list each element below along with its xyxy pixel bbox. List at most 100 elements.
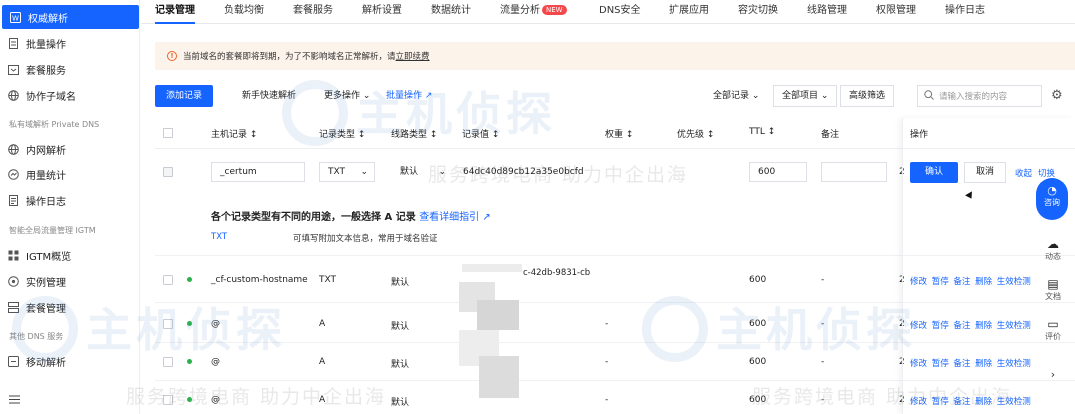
col-ttl[interactable]: TTL ↕ [749,127,775,137]
tab-line-manage[interactable]: 线路管理 [807,0,847,24]
dynamic-label: 动态 [1045,252,1061,261]
add-record-button[interactable]: 添加记录 [155,85,214,107]
col-type[interactable]: 记录类型 ↕ [319,127,365,140]
search-input[interactable]: 请输入搜索的内容 [917,85,1042,107]
main-content: 记录管理 负载均衡 套餐服务 解析设置 数据统计 流量分析 NEW DNS安全 扩… [141,0,1075,414]
sidebar-item-batch[interactable]: 批量操作 [0,31,139,55]
chevron-right-icon[interactable]: › [1036,368,1070,381]
col-priority[interactable]: 优先级 ↕ [677,127,714,140]
ttl-input[interactable]: 600 [749,162,807,182]
sort-icon: ↕ [429,130,438,140]
type-select[interactable]: TXT ⌄ [319,162,375,182]
col-line[interactable]: 线路类型 ↕ [391,127,437,140]
package-icon [8,64,19,75]
batch-ops-link[interactable]: 批量操作 ↗ [375,85,443,107]
row-checkbox[interactable] [163,319,173,329]
more-actions-dropdown[interactable]: 更多操作 ⌄ [313,85,381,107]
tab-dns-settings[interactable]: 解析设置 [362,0,402,24]
row-checkbox [163,167,173,177]
sidebar-item-igtm-overview[interactable]: IGTM概览 [0,243,139,267]
value-cell: c-42db-9831-cb [523,268,591,278]
quick-setup-button[interactable]: 新手快速解析 [231,85,307,107]
guide-link-label: 查看详细指引 [419,212,480,223]
tab-package-service[interactable]: 套餐服务 [293,0,333,24]
sidebar-item-operation-log[interactable]: 操作日志 [0,188,139,212]
gear-icon[interactable]: ⚙ [1051,88,1063,103]
type-cell: TXT [319,275,337,285]
sidebar-item-collab-subdomain[interactable]: 协作子域名 [0,83,139,107]
type-cell: A [319,395,326,405]
weight-cell: - [605,357,609,367]
consult-button[interactable]: ◔ 咨询 [1036,178,1068,220]
host-cell: _cf-custom-hostname [211,275,308,285]
guide-link[interactable]: 查看详细指引 ↗ [419,212,491,223]
col-value[interactable]: 记录值 ↕ [462,127,499,140]
sidebar-item-instance-manage[interactable]: 实例管理 [0,269,139,293]
col-weight[interactable]: 权重 ↕ [605,127,633,140]
col-label: 记录值 [462,130,490,140]
sidebar-item-label: IGTM概览 [26,251,72,263]
docs-label: 文档 [1045,292,1061,301]
status-dot [187,359,192,364]
tab-record-manage[interactable]: 记录管理 [155,0,195,24]
tab-load-balance[interactable]: 负载均衡 [224,0,264,24]
review-button[interactable]: ▭ 评价 [1036,317,1070,342]
globe-icon [8,89,19,101]
dynamic-button[interactable]: ☁ 动态 [1036,237,1070,262]
sidebar-group-other-dns: 其他 DNS 服务 [9,332,64,341]
svg-text:W: W [12,14,19,22]
sort-icon: ↕ [249,130,258,140]
select-all-checkbox[interactable] [163,128,173,138]
tab-permission[interactable]: 权限管理 [876,0,916,24]
tab-data-stats[interactable]: 数据统计 [431,0,471,24]
status-dot [187,397,192,402]
sort-icon: ↕ [491,130,500,140]
sidebar-item-label: 套餐管理 [26,303,66,315]
docs-button[interactable]: ▤ 文档 [1036,277,1070,302]
tab-extensions[interactable]: 扩展应用 [669,0,709,24]
line-select[interactable]: 默认 ⌄ [391,162,447,182]
all-records-select[interactable]: 全部记录 ⌄ [704,85,769,107]
sidebar-item-label: 移动解析 [26,357,66,369]
sidebar-item-label: 批量操作 [26,39,66,51]
host-input[interactable]: _certum [211,162,305,182]
col-host[interactable]: 主机记录 ↕ [211,127,257,140]
tab-traffic-analysis[interactable]: 流量分析 NEW [500,0,567,24]
all-projects-select[interactable]: 全部项目 ⌄ [773,85,838,107]
consult-label: 咨询 [1044,198,1060,207]
row-checkbox[interactable] [163,395,173,405]
renew-link[interactable]: 立即续费 [396,50,430,62]
manage-icon [8,301,19,313]
advanced-filter-button[interactable]: 高级筛选 [840,85,895,107]
sidebar-item-label: 套餐服务 [26,65,66,77]
tip-title-text: 各个记录类型有不同的用途，一般选择 A 记录 [211,212,416,223]
value-input[interactable]: 64dc40d89cb12a35e0bcfd [462,162,588,182]
remark-input[interactable] [821,162,887,182]
sidebar-item-package-manage[interactable]: 套餐管理 [0,295,139,319]
sidebar-item-label: 操作日志 [26,196,66,208]
sidebar-item-intranet-dns[interactable]: 内网解析 [0,137,139,161]
sidebar-item-package[interactable]: 套餐服务 [0,57,139,81]
tab-dns-security[interactable]: DNS安全 [599,0,641,24]
sort-icon: ↕ [625,130,634,140]
new-badge: NEW [542,5,567,15]
grid-icon [8,250,19,261]
record-type-tip: 各个记录类型有不同的用途，一般选择 A 记录 查看详细指引 ↗ [211,208,491,223]
tab-operation-log[interactable]: 操作日志 [945,0,985,24]
chevron-down-icon: ⌄ [820,91,829,101]
external-link-icon: ↗ [482,212,491,223]
sidebar-item-label: 协作子域名 [26,91,76,103]
tab-disaster-recovery[interactable]: 容灾切换 [738,0,778,24]
external-link-icon: ↗ [424,91,433,101]
ttl-cell: 600 [749,357,767,367]
sidebar-item-authoritative-dns[interactable]: W 权威解析 [2,5,139,29]
remark-cell: - [821,357,825,367]
row-checkbox[interactable] [163,357,173,367]
row-checkbox[interactable] [163,275,173,285]
chevron-down-icon: ⌄ [362,91,371,101]
remark-cell: - [821,275,825,285]
sidebar-collapse-icon[interactable] [9,395,20,407]
sidebar: W 权威解析 批量操作 套餐服务 协作子域名 私有域解析 Private DNS… [0,0,140,414]
sidebar-item-usage-stats[interactable]: 用量统计 [0,162,139,186]
sidebar-item-mobile-dns[interactable]: 移动解析 [0,349,139,373]
